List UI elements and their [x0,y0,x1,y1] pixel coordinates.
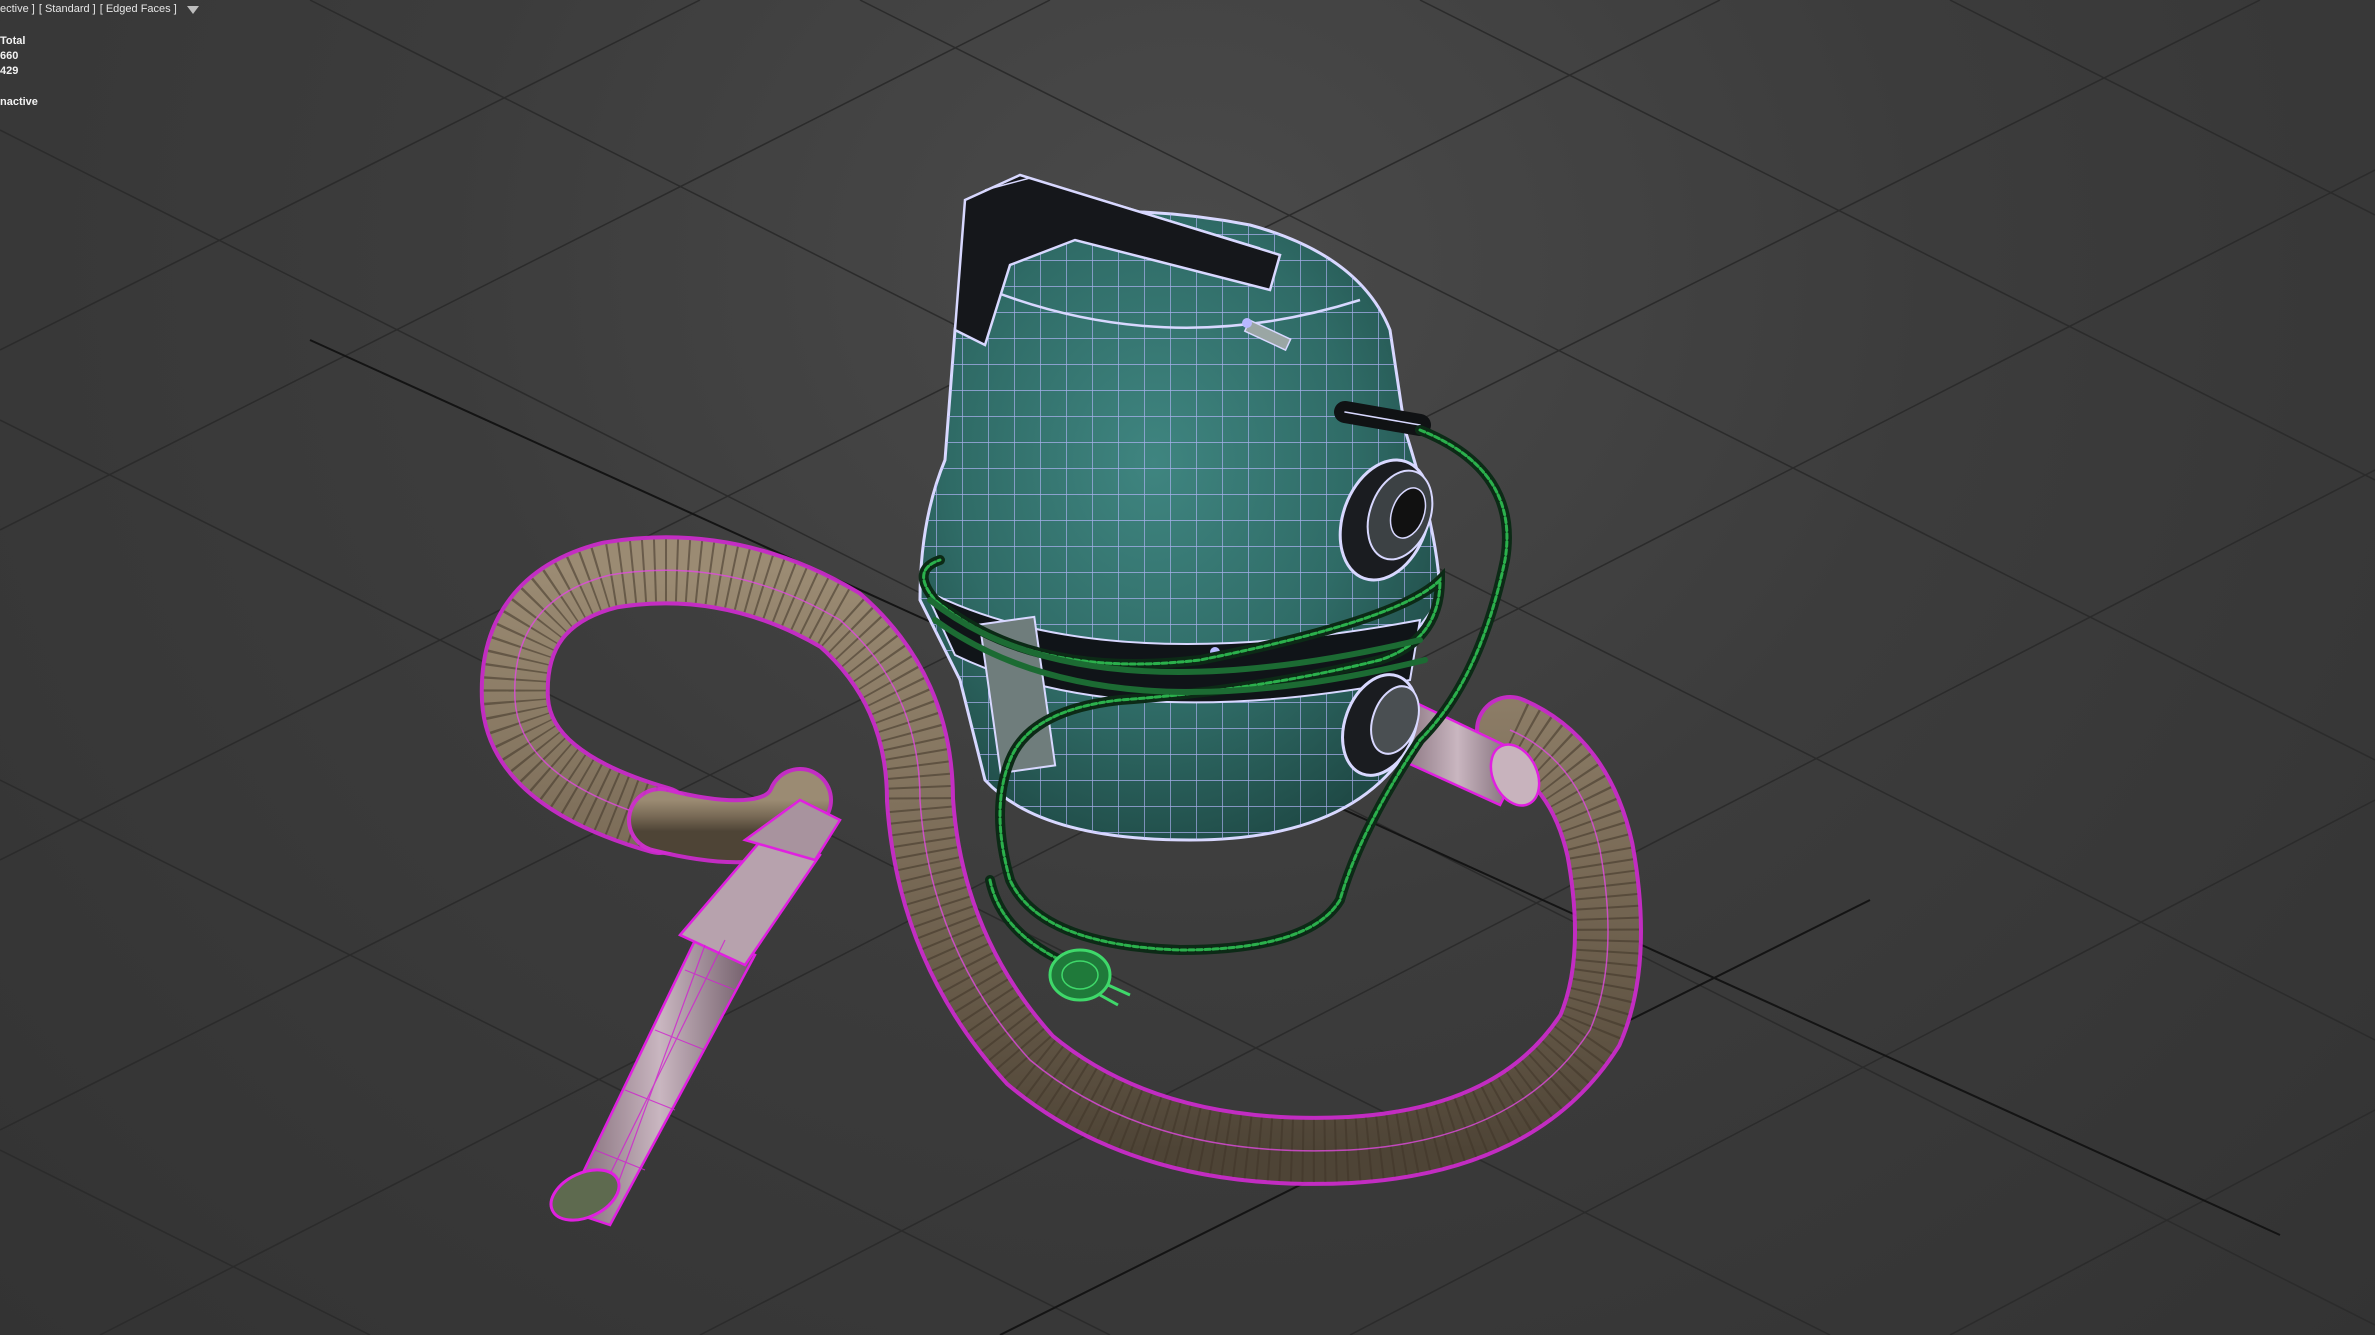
viewport-point-of-view-label[interactable]: ective ] [0,3,35,15]
power-plug [1048,948,1131,1007]
stats-polys: 660 [0,50,19,62]
nozzle-tube [549,798,842,1227]
perspective-viewport[interactable]: ective ] [ Standard ] [ Edged Faces ] To… [0,0,2375,1335]
stats-verts: 429 [0,65,19,77]
scene-render[interactable] [0,0,2375,1335]
statistics-overlay: Total 660 429 nactive [0,34,38,110]
viewport-display-mode-label[interactable]: [ Edged Faces ] [100,3,177,15]
viewport-label-bar: ective ] [ Standard ] [ Edged Faces ] [0,3,199,15]
stats-header: Total [0,35,26,47]
filter-funnel-icon[interactable] [186,6,199,14]
viewport-shading-label[interactable]: [ Standard ] [39,3,96,15]
stats-status: nactive [0,96,38,108]
